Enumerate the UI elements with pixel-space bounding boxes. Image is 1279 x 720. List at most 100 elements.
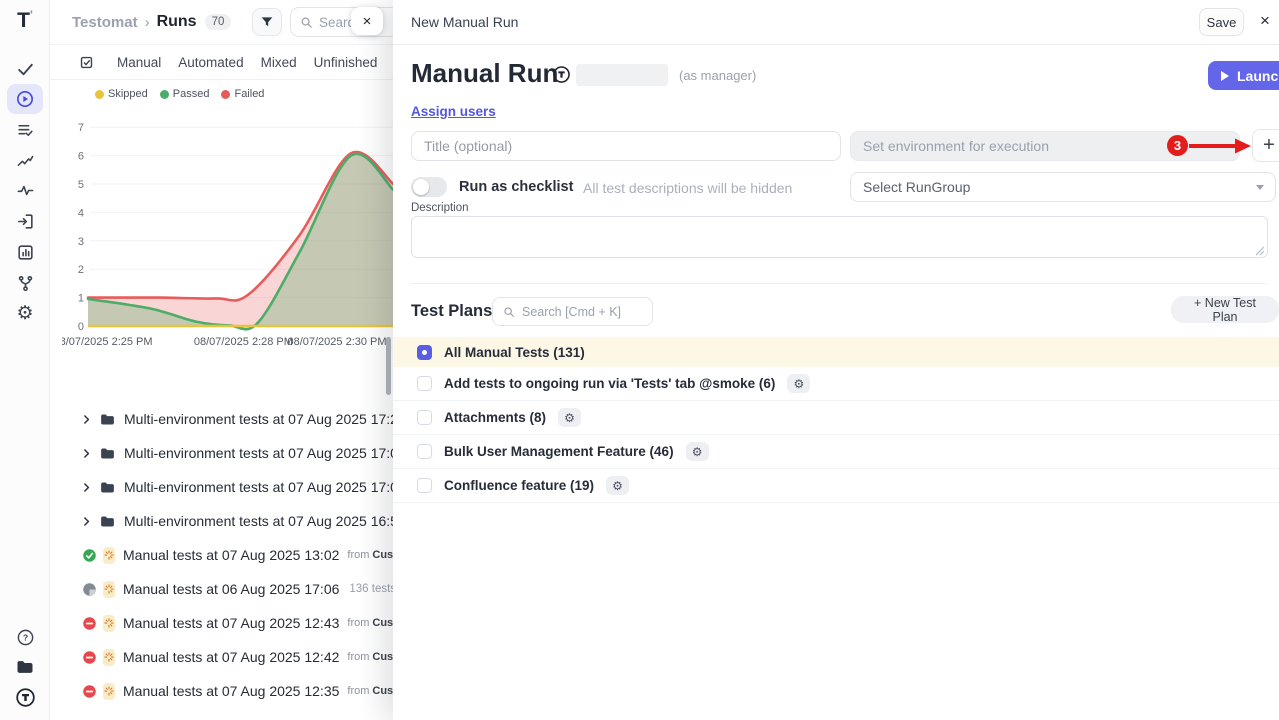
chart-x-axis-labels: 08/07/2025 2:25 PM08/07/2025 2:28 PM08/0… bbox=[62, 336, 393, 350]
gear-icon: ⚙ bbox=[692, 446, 703, 458]
chevron-right-icon[interactable] bbox=[80, 413, 93, 426]
panel-scrollbar[interactable] bbox=[386, 337, 391, 395]
resize-handle-icon[interactable] bbox=[1255, 246, 1265, 256]
test-plan-row[interactable]: Confluence feature (19)⚙ bbox=[393, 469, 1279, 503]
folder-row[interactable]: Multi-environment tests at 07 Aug 2025 1… bbox=[50, 436, 393, 470]
plan-checkbox[interactable] bbox=[417, 410, 432, 425]
chevron-right-icon[interactable] bbox=[80, 481, 93, 494]
runs-tabs: Manual Automated Mixed Unfinished bbox=[50, 45, 393, 80]
plan-checkbox[interactable] bbox=[417, 345, 432, 360]
fireworks-emoji-icon bbox=[103, 581, 115, 598]
search-icon bbox=[502, 305, 516, 319]
breadcrumb: Testomat › Runs 70 bbox=[72, 0, 231, 44]
tab-automated[interactable]: Automated bbox=[178, 55, 243, 70]
check-icon[interactable] bbox=[7, 54, 43, 84]
add-environment-button[interactable]: + bbox=[1252, 129, 1279, 162]
status-failed-icon bbox=[82, 684, 97, 699]
steps-icon[interactable] bbox=[7, 145, 43, 175]
run-row[interactable]: Manual tests at 07 Aug 2025 13:02fromCus… bbox=[50, 538, 393, 572]
search-close-button[interactable]: × bbox=[351, 7, 383, 35]
plan-label: Add tests to ongoing run via 'Tests' tab… bbox=[444, 376, 775, 391]
assign-users-link[interactable]: Assign users bbox=[411, 104, 496, 119]
folder-row[interactable]: Multi-environment tests at 07 Aug 2025 1… bbox=[50, 402, 393, 436]
svg-text:3: 3 bbox=[78, 236, 84, 248]
testomat-badge-icon[interactable] bbox=[7, 682, 43, 712]
run-row[interactable]: Manual tests at 06 Aug 2025 17:06136 tes… bbox=[50, 572, 393, 606]
plan-settings-button[interactable]: ⚙ bbox=[606, 476, 629, 495]
rungroup-select[interactable]: Select RunGroup bbox=[850, 172, 1276, 202]
run-label: Manual tests at 06 Aug 2025 17:06 bbox=[123, 581, 339, 597]
chevron-right-icon[interactable] bbox=[80, 447, 93, 460]
analytics-icon[interactable] bbox=[7, 237, 43, 267]
run-row[interactable]: Manual tests at 07 Aug 2025 12:42fromCus… bbox=[50, 640, 393, 674]
play-icon bbox=[1221, 71, 1229, 81]
tab-mixed[interactable]: Mixed bbox=[261, 55, 297, 70]
branch-icon[interactable] bbox=[7, 268, 43, 298]
projects-icon[interactable] bbox=[7, 652, 43, 682]
legend-label: Passed bbox=[173, 88, 210, 100]
save-button[interactable]: Save bbox=[1199, 8, 1244, 36]
plan-settings-button[interactable]: ⚙ bbox=[787, 374, 810, 393]
svg-text:5: 5 bbox=[78, 179, 84, 191]
gear-icon: ⚙ bbox=[793, 378, 804, 390]
status-in-progress-icon bbox=[82, 582, 97, 597]
legend-item[interactable]: Failed bbox=[221, 88, 264, 100]
page-title: Manual Run bbox=[411, 58, 558, 89]
breadcrumb-page[interactable]: Runs bbox=[157, 13, 197, 31]
run-row[interactable]: Manual tests at 07 Aug 2025 12:35fromCus… bbox=[50, 674, 393, 708]
import-icon[interactable] bbox=[7, 206, 43, 236]
legend-item[interactable]: Passed bbox=[160, 88, 210, 100]
testomat-logo[interactable]: T' bbox=[0, 8, 50, 34]
svg-text:7: 7 bbox=[78, 122, 84, 134]
plan-checkbox[interactable] bbox=[417, 444, 432, 459]
plan-settings-button[interactable]: ⚙ bbox=[558, 408, 581, 427]
plan-settings-button[interactable]: ⚙ bbox=[686, 442, 709, 461]
search-icon bbox=[299, 15, 314, 30]
plan-checkbox[interactable] bbox=[417, 376, 432, 391]
launch-button[interactable]: Launch bbox=[1208, 61, 1279, 90]
legend-item[interactable]: Skipped bbox=[95, 88, 148, 100]
chevron-right-icon[interactable] bbox=[80, 515, 93, 528]
title-input[interactable] bbox=[411, 131, 841, 161]
checklist-label: Run as checklist bbox=[459, 179, 573, 195]
run-meta: Custom bbox=[372, 549, 393, 561]
tab-unfinished[interactable]: Unfinished bbox=[314, 55, 378, 70]
run-label: Multi-environment tests at 07 Aug 2025 1… bbox=[124, 445, 393, 461]
new-manual-run-drawer: New Manual Run Save × Manual Run (as man… bbox=[393, 0, 1279, 720]
new-test-plan-button[interactable]: + New Test Plan bbox=[1171, 296, 1279, 323]
test-plan-row[interactable]: Attachments (8)⚙ bbox=[393, 401, 1279, 435]
svg-text:1: 1 bbox=[78, 293, 84, 305]
run-row[interactable]: Manual tests at 07 Aug 2025 12:43fromCus… bbox=[50, 606, 393, 640]
checklist-icon[interactable] bbox=[7, 115, 43, 145]
tab-manual[interactable]: Manual bbox=[117, 55, 161, 70]
legend-dot bbox=[160, 90, 169, 99]
select-runs-icon[interactable] bbox=[78, 54, 95, 71]
close-icon[interactable]: × bbox=[1260, 11, 1270, 31]
run-label: Multi-environment tests at 07 Aug 2025 1… bbox=[124, 479, 393, 495]
test-plans-search-input[interactable] bbox=[522, 298, 647, 325]
folder-row[interactable]: Multi-environment tests at 07 Aug 2025 1… bbox=[50, 470, 393, 504]
x-axis-tick-label: 08/07/2025 2:25 PM bbox=[62, 336, 153, 348]
status-failed-icon bbox=[82, 650, 97, 665]
settings-icon[interactable]: ⚙ bbox=[7, 298, 43, 328]
breadcrumb-app[interactable]: Testomat bbox=[72, 14, 138, 31]
folder-row[interactable]: Multi-environment tests at 07 Aug 2025 1… bbox=[50, 504, 393, 538]
test-plan-row[interactable]: Add tests to ongoing run via 'Tests' tab… bbox=[393, 367, 1279, 401]
test-plan-row[interactable]: Bulk User Management Feature (46)⚙ bbox=[393, 435, 1279, 469]
help-icon[interactable]: ? bbox=[7, 622, 43, 652]
run-label: Manual tests at 07 Aug 2025 12:43 bbox=[123, 615, 339, 631]
test-plan-row[interactable]: All Manual Tests (131) bbox=[393, 337, 1279, 367]
annotation-arrow bbox=[1187, 136, 1255, 156]
test-plans-heading: Test Plans bbox=[411, 302, 492, 321]
folder-icon bbox=[99, 479, 116, 496]
test-plans-search bbox=[492, 297, 653, 326]
run-as-checklist-toggle[interactable] bbox=[411, 177, 447, 197]
breadcrumb-separator: › bbox=[145, 14, 150, 31]
plan-checkbox[interactable] bbox=[417, 478, 432, 493]
runs-icon[interactable] bbox=[7, 84, 43, 114]
pulse-icon[interactable] bbox=[7, 175, 43, 205]
drawer-header: New Manual Run Save × bbox=[393, 0, 1279, 45]
filter-button[interactable] bbox=[252, 8, 282, 36]
description-textarea[interactable] bbox=[411, 216, 1268, 258]
legend-label: Failed bbox=[234, 88, 264, 100]
